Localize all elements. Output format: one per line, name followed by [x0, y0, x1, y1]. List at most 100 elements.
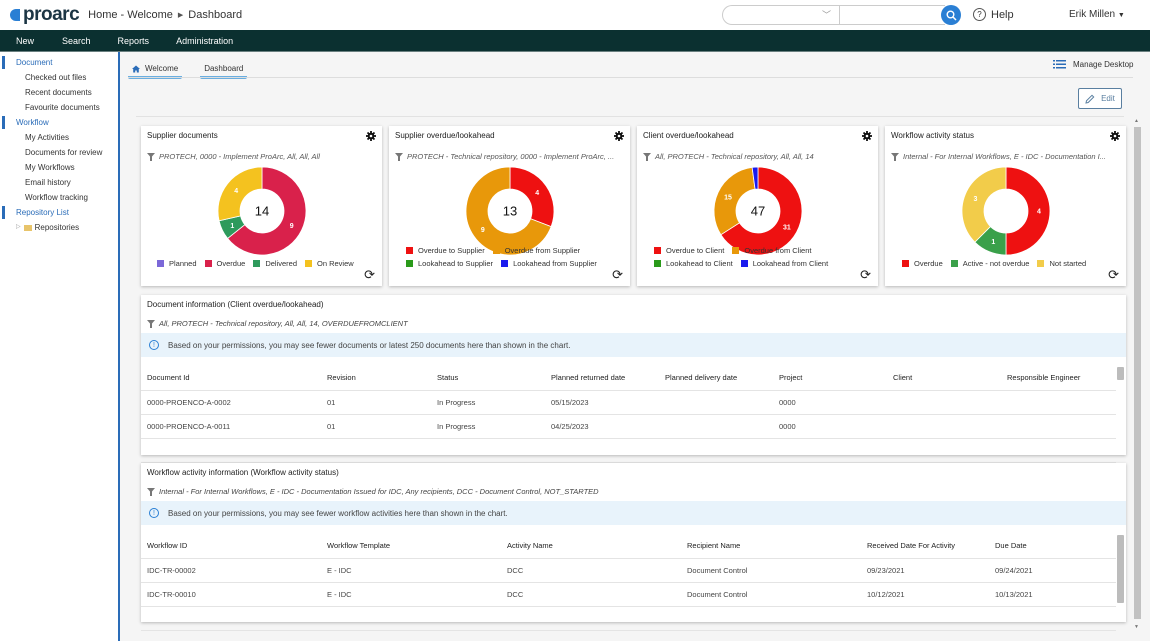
refresh-icon[interactable]: ⟳ — [612, 267, 623, 283]
sidebar-item-my-activities[interactable]: My Activities — [0, 130, 118, 145]
column-header[interactable]: Due Date — [989, 534, 1116, 559]
refresh-icon[interactable]: ⟳ — [860, 267, 871, 283]
donut-chart: 91414 — [217, 166, 307, 256]
legend-label: Overdue — [216, 259, 246, 268]
legend-item[interactable]: Delivered — [253, 259, 297, 268]
gear-icon[interactable] — [862, 131, 872, 141]
table-row[interactable]: IDC-TR-00002 E - IDC DCC Document Control 09… — [141, 558, 1116, 583]
legend-item[interactable]: Active - not overdue — [950, 259, 1029, 268]
widget-title: Client overdue/lookahead — [643, 131, 734, 140]
gear-icon[interactable] — [1110, 131, 1120, 141]
search-input[interactable] — [839, 5, 945, 25]
table-cell — [659, 414, 773, 439]
donut-slice-overdue[interactable] — [1005, 166, 1051, 256]
column-header[interactable]: Project — [773, 366, 887, 391]
nav-administration[interactable]: Administration — [176, 36, 233, 46]
legend-item[interactable]: Overdue from Client — [732, 246, 811, 255]
expand-arrow-icon[interactable]: ▷ — [16, 220, 21, 235]
column-header[interactable]: Planned returned date — [545, 366, 659, 391]
legend-swatch — [902, 260, 909, 267]
gear-icon[interactable] — [614, 131, 624, 141]
sidebar-group-document[interactable]: Document — [0, 55, 118, 70]
chart-legend: Overdue Active - not overdue Not started — [885, 257, 1126, 270]
widget-filter: Internal - For Internal Workflows, E - I… — [891, 152, 1121, 161]
help-link[interactable]: ? Help — [973, 8, 1014, 21]
panel-filter: All, PROTECH - Technical repository, All… — [147, 319, 408, 328]
search-button[interactable] — [941, 5, 961, 25]
legend-item[interactable]: Not started — [1037, 259, 1086, 268]
legend-item[interactable]: Lookahead to Client — [654, 259, 733, 268]
tab-divider — [128, 77, 1133, 78]
legend-item[interactable]: Overdue to Client — [654, 246, 724, 255]
document-table-scrollbar[interactable] — [1117, 367, 1124, 380]
table-row[interactable]: 0000-PROENCO-A-0011 01 In Progress 04/25/20… — [141, 414, 1116, 439]
sidebar-item-checked-out-files[interactable]: Checked out files — [0, 70, 118, 85]
sidebar-item-workflow-tracking[interactable]: Workflow tracking — [0, 190, 118, 205]
column-header[interactable]: Workflow Template — [321, 534, 501, 559]
scroll-up-icon[interactable]: ▲ — [1134, 118, 1139, 124]
donut-slice-overdue-from-client[interactable] — [713, 166, 756, 236]
proarc-logo[interactable]: proarc — [10, 4, 80, 26]
column-header[interactable]: Recipient Name — [681, 534, 861, 559]
column-header[interactable]: Status — [431, 366, 545, 391]
legend-item[interactable]: On Review — [305, 259, 354, 268]
breadcrumb-home[interactable]: Home - Welcome — [88, 9, 173, 21]
breadcrumb-dashboard: Dashboard — [188, 9, 243, 21]
table-row[interactable]: IDC-TR-00010 E - IDC DCC Document Control 10… — [141, 582, 1116, 607]
table-row[interactable]: 0000-PROENCO-A-0002 01 In Progress 05/15/20… — [141, 390, 1116, 415]
manage-desktop-button[interactable]: Manage Desktop — [1053, 60, 1133, 69]
nav-reports[interactable]: Reports — [118, 36, 150, 46]
table-cell — [887, 390, 1001, 415]
filter-icon — [643, 152, 651, 161]
legend-item[interactable]: Overdue — [204, 259, 246, 268]
column-header[interactable]: Document Id — [141, 366, 321, 391]
breadcrumb-separator-icon: ▶ — [177, 12, 184, 19]
sidebar-group-workflow[interactable]: Workflow — [0, 115, 118, 130]
donut-slice-not-started[interactable] — [961, 166, 1007, 243]
sidebar-item-favourite-documents[interactable]: Favourite documents — [0, 100, 118, 115]
chart-legend: Overdue to Client Overdue from Client Look… — [637, 244, 878, 270]
sidebar-item-recent-documents[interactable]: Recent documents — [0, 85, 118, 100]
sidebar-item-email-history[interactable]: Email history — [0, 175, 118, 190]
sidebar-item-documents-for-review[interactable]: Documents for review — [0, 145, 118, 160]
legend-item[interactable]: Planned — [157, 259, 197, 268]
refresh-icon[interactable]: ⟳ — [364, 267, 375, 283]
edit-label: Edit — [1101, 94, 1115, 103]
legend-item[interactable]: Lookahead to Supplier — [406, 259, 493, 268]
legend-label: Overdue to Client — [666, 246, 725, 255]
search-scope-select[interactable]: ﹀ — [722, 5, 839, 25]
sidebar-item-repositories[interactable]: ▷ Repositories — [0, 220, 118, 235]
widget-title: Workflow activity status — [891, 131, 974, 140]
nav-new[interactable]: New — [16, 36, 34, 46]
table-cell: IDC-TR-00002 — [141, 558, 321, 583]
edit-button[interactable]: Edit — [1078, 88, 1122, 109]
legend-item[interactable]: Lookahead from Supplier — [501, 259, 597, 268]
widget-workflow-activity-status: Workflow activity status Internal - For … — [885, 126, 1126, 286]
widget-title: Supplier documents — [147, 131, 218, 140]
legend-item[interactable]: Overdue from Supplier — [492, 246, 580, 255]
column-header[interactable]: Workflow ID — [141, 534, 321, 559]
column-header[interactable]: Planned delivery date — [659, 366, 773, 391]
widget-filter: All, PROTECH - Technical repository, All… — [643, 152, 873, 161]
column-header[interactable]: Client — [887, 366, 1001, 391]
column-header[interactable]: Activity Name — [501, 534, 681, 559]
legend-item[interactable]: Lookahead from Client — [740, 259, 828, 268]
nav-search[interactable]: Search — [62, 36, 91, 46]
main-scrollbar[interactable] — [1134, 127, 1141, 619]
table-cell — [1001, 414, 1116, 439]
table-cell: Document Control — [681, 582, 861, 607]
column-header[interactable]: Responsible Engineer — [1001, 366, 1116, 391]
column-header[interactable]: Received Date For Activity — [861, 534, 989, 559]
sidebar-item-my-workflows[interactable]: My Workflows — [0, 160, 118, 175]
sidebar-group-repository-list[interactable]: Repository List — [0, 205, 118, 220]
scroll-down-icon[interactable]: ▼ — [1134, 624, 1139, 630]
gear-icon[interactable] — [366, 131, 376, 141]
legend-item[interactable]: Overdue to Supplier — [406, 246, 485, 255]
column-header[interactable]: Revision — [321, 366, 431, 391]
workflow-table-scrollbar[interactable] — [1117, 535, 1124, 603]
legend-item[interactable]: Overdue — [902, 259, 943, 268]
user-menu[interactable]: Erik Millen ▼ — [1069, 9, 1125, 20]
widget-filter: PROTECH, 0000 - Implement ProArc, All, A… — [147, 152, 377, 161]
refresh-icon[interactable]: ⟳ — [1108, 267, 1119, 283]
widget-filter: PROTECH - Technical repository, 0000 - I… — [395, 152, 625, 161]
